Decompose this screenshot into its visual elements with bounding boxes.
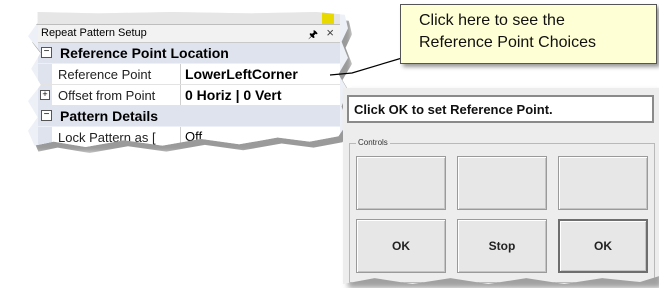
reference-point-value[interactable]: LowerLeftCorner: [185, 66, 298, 82]
ok-button-left[interactable]: OK: [356, 219, 446, 273]
control-button-1[interactable]: [356, 156, 446, 210]
category-label: Reference Point Location: [60, 45, 229, 61]
callout-tooltip: Click here to see the Reference Point Ch…: [400, 4, 657, 64]
property-reference-point[interactable]: Reference Point LowerLeftCorner: [38, 64, 340, 85]
category-reference-point-location[interactable]: − Reference Point Location: [38, 43, 340, 63]
repeat-pattern-setup-panel: Repeat Pattern Setup 🖈︎ × − Reference Po…: [28, 12, 348, 147]
panel-title: Repeat Pattern Setup: [41, 27, 147, 39]
stop-button[interactable]: Stop: [457, 219, 547, 273]
column-divider: [180, 64, 181, 84]
property-name: Reference Point: [58, 67, 152, 82]
panel-titlebar: Repeat Pattern Setup 🖈︎ ×: [38, 25, 340, 43]
category-label: Pattern Details: [60, 108, 159, 124]
collapse-icon[interactable]: −: [41, 110, 52, 121]
controls-window: Click OK to set Reference Point. Control…: [343, 88, 659, 284]
callout-pointer: [329, 57, 403, 76]
controls-group: Controls OK Stop OK: [349, 138, 655, 283]
offset-value[interactable]: 0 Horiz | 0 Vert: [185, 87, 282, 103]
callout-line-1: Click here to see the: [419, 12, 565, 29]
control-button-2[interactable]: [457, 156, 547, 210]
collapse-icon[interactable]: −: [41, 47, 52, 58]
control-button-3[interactable]: [558, 156, 648, 210]
highlight-swatch: [322, 12, 334, 24]
category-pattern-details[interactable]: − Pattern Details: [38, 106, 340, 126]
status-prompt: Click OK to set Reference Point.: [347, 95, 654, 123]
expand-icon[interactable]: +: [40, 90, 50, 100]
ok-button-default[interactable]: OK: [558, 219, 648, 273]
row-gutter: [38, 64, 52, 84]
window-top-strip: [36, 12, 340, 25]
group-label: Controls: [356, 138, 390, 147]
property-name: Offset from Point: [58, 88, 156, 103]
property-offset-from-point[interactable]: + Offset from Point 0 Horiz | 0 Vert: [38, 85, 340, 106]
column-divider: [180, 85, 181, 105]
callout-line-2: Reference Point Choices: [419, 34, 596, 51]
close-icon[interactable]: ×: [326, 25, 334, 40]
